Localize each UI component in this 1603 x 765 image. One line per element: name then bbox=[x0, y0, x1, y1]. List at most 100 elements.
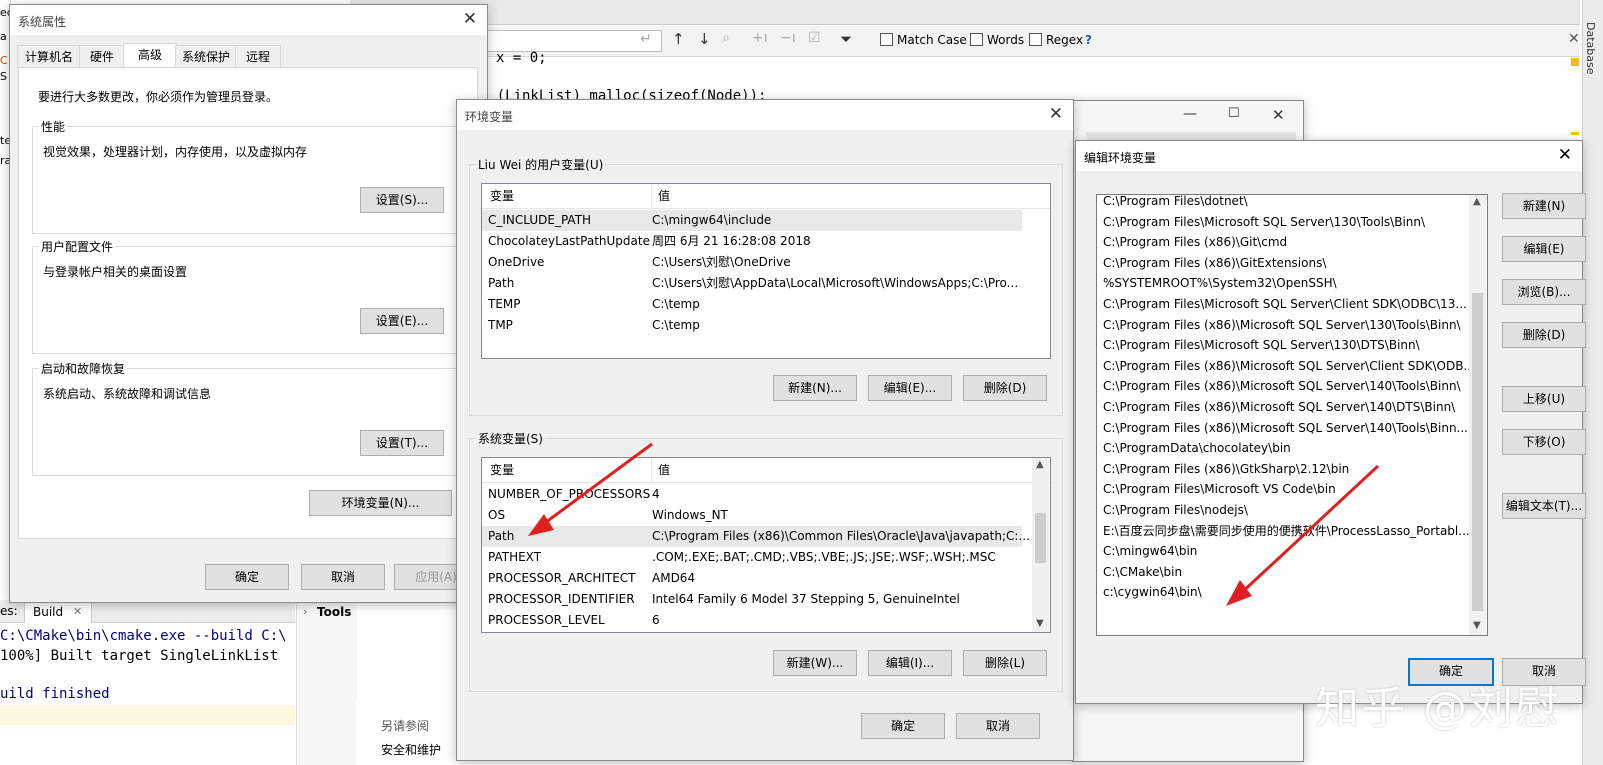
annotation-arrow-1 bbox=[528, 442, 653, 536]
list-item[interactable]: C:\Program Files (x86)\Microsoft SQL Ser… bbox=[1103, 397, 1455, 417]
scroll-thumb[interactable] bbox=[1472, 293, 1483, 611]
close-icon[interactable]: ✕ bbox=[463, 9, 477, 29]
scroll-up-icon[interactable]: ▲ bbox=[1036, 459, 1044, 470]
search-input[interactable] bbox=[470, 30, 662, 52]
user-variables-list[interactable]: 变量 值 C_INCLUDE_PATH C:\mingw64\include Cho… bbox=[481, 183, 1051, 359]
enter-icon[interactable]: ↵ bbox=[640, 31, 652, 47]
add-selection-icon[interactable]: +ı bbox=[752, 30, 768, 46]
close-icon[interactable]: ✕ bbox=[1272, 106, 1285, 124]
user-profiles-settings-button[interactable]: 设置(E)... bbox=[360, 308, 444, 334]
expand-icon[interactable]: › bbox=[303, 605, 307, 618]
list-item[interactable]: C:\CMake\bin bbox=[1103, 562, 1182, 582]
words-checkbox[interactable]: Words bbox=[970, 33, 1024, 47]
edit-text-button[interactable]: 编辑文本(T)... bbox=[1502, 493, 1586, 519]
list-item[interactable]: C:\Program Files\Microsoft SQL Server\13… bbox=[1103, 335, 1420, 355]
list-item[interactable]: C:\Program Files\Microsoft SQL Server\13… bbox=[1103, 212, 1425, 232]
list-item[interactable]: C:\Program Files\dotnet\ bbox=[1103, 195, 1248, 211]
column-header-variable[interactable]: 变量 bbox=[490, 184, 514, 208]
table-row[interactable]: ChocolateyLastPathUpdate 周四 6月 21 16:28:0… bbox=[482, 231, 1022, 252]
list-item[interactable]: C:\Program Files (x86)\Microsoft SQL Ser… bbox=[1103, 418, 1468, 438]
scroll-up-icon[interactable]: ▲ bbox=[1473, 196, 1481, 207]
table-row[interactable]: PROCESSOR_IDENTIFIER Intel64 Family 6 Mod… bbox=[482, 589, 1022, 610]
table-row[interactable]: Path C:\Users\刘慰\AppData\Local\Microsoft\… bbox=[482, 273, 1022, 294]
edit-browse-button[interactable]: 浏览(B)... bbox=[1502, 279, 1586, 305]
environment-variables-button[interactable]: 环境变量(N)... bbox=[309, 490, 452, 516]
find-usages-icon[interactable]: ⌕ bbox=[722, 30, 730, 46]
edit-delete-button[interactable]: 删除(D) bbox=[1502, 322, 1586, 348]
table-row[interactable]: PROCESSOR_LEVEL 6 bbox=[482, 610, 1022, 631]
user-new-button[interactable]: 新建(N)... bbox=[773, 375, 857, 401]
list-item[interactable]: %SYSTEMROOT%\System32\OpenSSH\ bbox=[1103, 273, 1337, 293]
ok-button[interactable]: 确定 bbox=[205, 564, 289, 590]
user-delete-button[interactable]: 删除(D) bbox=[963, 375, 1047, 401]
remove-selection-icon[interactable]: −ı bbox=[780, 30, 796, 46]
table-row[interactable]: OneDrive C:\Users\刘慰\OneDrive bbox=[482, 252, 1022, 273]
column-divider[interactable] bbox=[651, 184, 652, 208]
minimize-icon[interactable]: — bbox=[1183, 106, 1197, 122]
edit-edit-button[interactable]: 编辑(E) bbox=[1502, 236, 1586, 262]
move-up-button[interactable]: 上移(U) bbox=[1502, 386, 1586, 412]
list-item[interactable]: C:\Program Files (x86)\Microsoft SQL Ser… bbox=[1103, 315, 1461, 335]
system-new-button[interactable]: 新建(W)... bbox=[773, 650, 857, 676]
table-row[interactable]: TMP C:\temp bbox=[482, 315, 1022, 336]
user-edit-button[interactable]: 编辑(E)... bbox=[868, 375, 952, 401]
ok-button[interactable]: 确定 bbox=[861, 713, 945, 739]
regex-checkbox[interactable]: Regex bbox=[1029, 33, 1083, 47]
match-case-checkbox[interactable]: Match Case bbox=[880, 33, 967, 47]
list-item[interactable]: C:\ProgramData\chocolatey\bin bbox=[1103, 438, 1291, 458]
table-row[interactable]: C_INCLUDE_PATH C:\mingw64\include bbox=[482, 210, 1022, 231]
variable-value-cell: AMD64 bbox=[652, 571, 696, 585]
list-item[interactable]: C:\Program Files (x86)\GitExtensions\ bbox=[1103, 253, 1326, 273]
variable-value-cell: 周四 6月 21 16:28:08 2018 bbox=[652, 234, 811, 248]
move-down-button[interactable]: 下移(O) bbox=[1502, 429, 1586, 455]
scroll-down-icon[interactable]: ▼ bbox=[1473, 620, 1481, 631]
tab-computer-name[interactable]: 计算机名 bbox=[17, 45, 81, 68]
system-delete-button[interactable]: 删除(L) bbox=[963, 650, 1047, 676]
system-edit-button[interactable]: 编辑(I)... bbox=[868, 650, 952, 676]
select-all-icon[interactable]: ☑ bbox=[808, 30, 821, 46]
warning-marker bbox=[1571, 132, 1579, 135]
cancel-button[interactable]: 取消 bbox=[956, 713, 1040, 739]
list-item[interactable]: C:\Program Files (x86)\Microsoft SQL Ser… bbox=[1103, 376, 1461, 396]
list-item[interactable]: C:\Program Files (x86)\Git\cmd bbox=[1103, 232, 1287, 252]
table-row[interactable]: PATHEXT .COM;.EXE;.BAT;.CMD;.VBS;.VBE;.JS… bbox=[482, 547, 1022, 568]
table-row[interactable]: PROCESSOR_ARCHITECT AMD64 bbox=[482, 568, 1022, 589]
maximize-icon[interactable]: ☐ bbox=[1228, 106, 1240, 121]
performance-group: 性能 视觉效果，处理器计划，内存使用，以及虚拟内存 bbox=[32, 118, 476, 234]
tab-hardware[interactable]: 硬件 bbox=[79, 45, 125, 68]
tab-advanced[interactable]: 高级 bbox=[123, 43, 177, 69]
list-item[interactable]: c:\cygwin64\bin\ bbox=[1103, 582, 1202, 602]
column-header-value[interactable]: 值 bbox=[658, 184, 670, 208]
ide-tab-strip bbox=[350, 0, 1580, 25]
scroll-thumb[interactable] bbox=[1035, 513, 1046, 563]
search-close-icon[interactable]: ✕ bbox=[1568, 31, 1580, 47]
startup-recovery-settings-button[interactable]: 设置(T)... bbox=[360, 430, 444, 456]
variable-name-cell: Path bbox=[488, 276, 515, 290]
regex-help-icon[interactable]: ? bbox=[1085, 33, 1092, 47]
edit-new-button[interactable]: 新建(N) bbox=[1502, 193, 1586, 219]
performance-settings-button[interactable]: 设置(S)... bbox=[360, 187, 444, 213]
prev-occurrence-icon[interactable]: ↑ bbox=[672, 30, 685, 48]
build-tab-close-icon[interactable]: ✕ bbox=[73, 605, 82, 618]
close-icon[interactable]: ✕ bbox=[1558, 145, 1572, 165]
admin-note: 要进行大多数更改，你必须作为管理员登录。 bbox=[38, 90, 279, 104]
scrollbar[interactable]: ▲ ▼ bbox=[1032, 458, 1049, 632]
database-tool-label[interactable]: Database bbox=[1584, 22, 1597, 75]
filter-icon[interactable]: ⏷ bbox=[840, 30, 852, 48]
list-item[interactable]: C:\Program Files\Microsoft SQL Server\Cl… bbox=[1103, 294, 1467, 314]
tools-tree-node[interactable]: › Tools bbox=[296, 600, 357, 765]
scrollbar[interactable]: ▲ ▼ bbox=[1469, 195, 1486, 635]
cancel-button[interactable]: 取消 bbox=[301, 564, 385, 590]
table-row[interactable]: TEMP C:\temp bbox=[482, 294, 1022, 315]
tab-system-protection[interactable]: 系统保护 bbox=[175, 45, 237, 68]
build-tab[interactable]: Build ✕ bbox=[24, 601, 92, 623]
column-header-variable[interactable]: 变量 bbox=[490, 458, 514, 482]
tab-remote[interactable]: 远程 bbox=[235, 45, 281, 68]
scroll-down-icon[interactable]: ▼ bbox=[1036, 618, 1044, 629]
list-item[interactable]: C:\Program Files (x86)\Microsoft SQL Ser… bbox=[1103, 356, 1475, 376]
list-item[interactable]: C:\mingw64\bin bbox=[1103, 541, 1197, 561]
next-occurrence-icon[interactable]: ↓ bbox=[698, 30, 711, 48]
close-icon[interactable]: ✕ bbox=[1049, 104, 1063, 124]
group-description: 系统启动、系统故障和调试信息 bbox=[43, 387, 212, 401]
security-link[interactable]: 安全和维护 bbox=[381, 741, 441, 758]
